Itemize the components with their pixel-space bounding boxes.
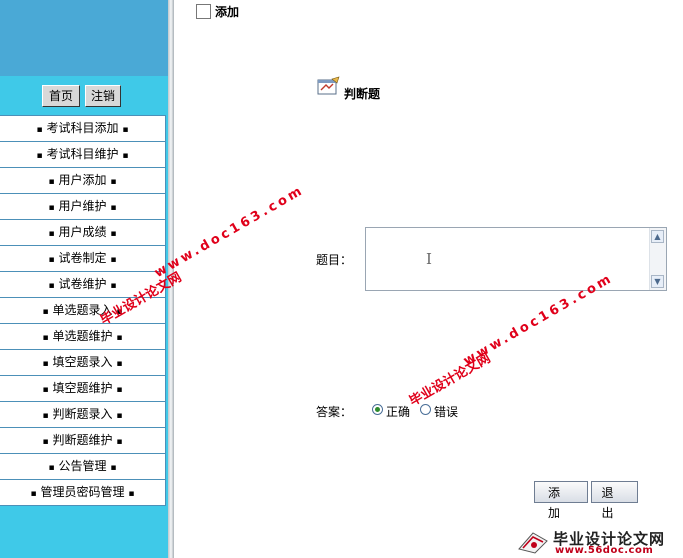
- bullet-icon: ▪: [42, 307, 49, 317]
- bullet-icon: ▪: [110, 203, 117, 213]
- bullet-icon: ▪: [48, 229, 55, 239]
- bullet-icon: ▪: [110, 177, 117, 187]
- sidebar-item-label: 填空题维护: [52, 381, 113, 395]
- answer-false-label: 错误: [434, 405, 459, 419]
- footer-logo: 毕业设计论文网 www.56doc.com: [515, 526, 683, 558]
- text-cursor-icon: I: [426, 250, 432, 268]
- bullet-icon: ▪: [116, 385, 123, 395]
- answer-true-radio[interactable]: [372, 404, 383, 415]
- bullet-icon: ▪: [30, 489, 37, 499]
- bullet-icon: ▪: [122, 151, 129, 161]
- logout-button[interactable]: 注销: [85, 85, 121, 107]
- sidebar-item[interactable]: ▪ 考试科目添加 ▪: [0, 115, 166, 142]
- answer-label: 答案：: [316, 405, 353, 419]
- textarea-scrollbar[interactable]: ▲ ▼: [649, 228, 666, 290]
- sidebar-item[interactable]: ▪ 填空题维护 ▪: [0, 376, 166, 402]
- home-button[interactable]: 首页: [42, 85, 80, 107]
- bullet-icon: ▪: [42, 385, 49, 395]
- radio-selected-dot: [375, 407, 380, 412]
- sidebar: 首页 注销 ▪ 考试科目添加 ▪ ▪ 考试科目维护 ▪ ▪ 用户添加 ▪ ▪ 用户维护…: [0, 0, 168, 558]
- bullet-icon: ▪: [48, 281, 55, 291]
- footer-url: www.56doc.com: [555, 545, 654, 556]
- sidebar-item-label: 公告管理: [58, 459, 107, 473]
- sidebar-item[interactable]: ▪ 公告管理 ▪: [0, 454, 166, 480]
- bullet-icon: ▪: [36, 125, 43, 135]
- sidebar-item-label: 考试科目添加: [46, 121, 119, 135]
- sidebar-item[interactable]: ▪ 单选题维护 ▪: [0, 324, 166, 350]
- sidebar-item[interactable]: ▪ 填空题录入 ▪: [0, 350, 166, 376]
- sidebar-item-label: 试卷维护: [58, 277, 107, 291]
- sidebar-item[interactable]: ▪ 试卷制定 ▪: [0, 246, 166, 272]
- bullet-icon: ▪: [122, 125, 129, 135]
- logo-book-icon: [518, 532, 548, 554]
- question-type-title: 判断题: [344, 87, 381, 101]
- sidebar-item[interactable]: ▪ 判断题维护 ▪: [0, 428, 166, 454]
- bullet-icon: ▪: [42, 437, 49, 447]
- bullet-icon: ▪: [42, 333, 49, 343]
- bullet-icon: ▪: [110, 255, 117, 265]
- bullet-icon: ▪: [110, 229, 117, 239]
- bullet-icon: ▪: [48, 255, 55, 265]
- sidebar-toolbar: 首页 注销: [0, 82, 168, 110]
- exit-button[interactable]: 退出: [591, 481, 638, 520]
- document-edit-icon: [317, 76, 340, 95]
- sidebar-item[interactable]: ▪ 用户添加 ▪: [0, 168, 166, 194]
- sidebar-item-label: 填空题录入: [52, 355, 113, 369]
- question-label: 题目：: [316, 253, 353, 267]
- sidebar-item-label: 试卷制定: [58, 251, 107, 265]
- scroll-down-arrow-icon[interactable]: ▼: [651, 275, 664, 288]
- bullet-icon: ▪: [116, 411, 123, 421]
- sidebar-item-label: 用户维护: [58, 199, 107, 213]
- bullet-icon: ▪: [116, 333, 123, 343]
- sidebar-header-banner: [0, 0, 168, 76]
- sidebar-item[interactable]: ▪ 用户维护 ▪: [0, 194, 166, 220]
- bullet-icon: ▪: [48, 177, 55, 187]
- sidebar-item[interactable]: ▪ 判断题录入 ▪: [0, 402, 166, 428]
- sidebar-item-label: 管理员密码管理: [40, 485, 125, 499]
- bullet-icon: ▪: [128, 489, 135, 499]
- sidebar-menu: ▪ 考试科目添加 ▪ ▪ 考试科目维护 ▪ ▪ 用户添加 ▪ ▪ 用户维护 ▪ ▪ 用户…: [0, 115, 166, 506]
- page-title: 添加: [215, 5, 240, 19]
- sidebar-item[interactable]: ▪ 考试科目维护 ▪: [0, 142, 166, 168]
- answer-false-radio[interactable]: [420, 404, 431, 415]
- bullet-icon: ▪: [110, 463, 117, 473]
- header-icon: [196, 4, 211, 19]
- sidebar-item-label: 单选题维护: [52, 329, 113, 343]
- add-button[interactable]: 添加: [534, 481, 588, 520]
- sidebar-item-label: 判断题维护: [52, 433, 113, 447]
- bullet-icon: ▪: [116, 437, 123, 447]
- bullet-icon: ▪: [48, 203, 55, 213]
- bullet-icon: ▪: [42, 359, 49, 369]
- sidebar-item-label: 用户添加: [58, 173, 107, 187]
- sidebar-item-label: 用户成绩: [58, 225, 107, 239]
- bullet-icon: ▪: [42, 411, 49, 421]
- sidebar-item[interactable]: ▪ 管理员密码管理 ▪: [0, 480, 166, 506]
- bullet-icon: ▪: [48, 463, 55, 473]
- answer-true-label: 正确: [386, 405, 411, 419]
- bullet-icon: ▪: [36, 151, 43, 161]
- sidebar-item-label: 考试科目维护: [46, 147, 119, 161]
- question-textarea[interactable]: I ▲ ▼: [365, 227, 667, 291]
- bullet-icon: ▪: [110, 281, 117, 291]
- scroll-up-arrow-icon[interactable]: ▲: [651, 230, 664, 243]
- sidebar-item-label: 判断题录入: [52, 407, 113, 421]
- sidebar-item[interactable]: ▪ 用户成绩 ▪: [0, 220, 166, 246]
- bullet-icon: ▪: [116, 359, 123, 369]
